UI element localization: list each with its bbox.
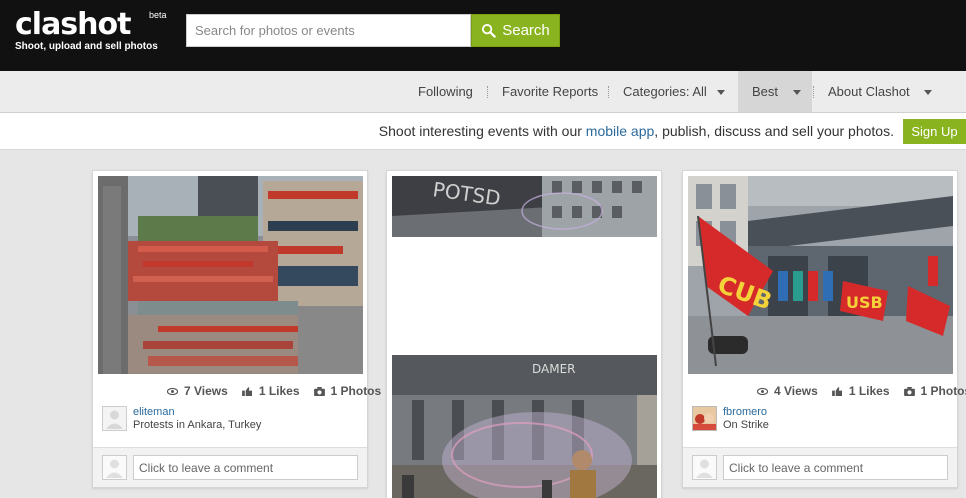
comment-input[interactable]	[723, 455, 948, 480]
strike-flags-image: CUB USB	[688, 176, 953, 374]
nav-divider	[813, 86, 814, 98]
search-button[interactable]: Search	[471, 14, 560, 47]
default-user-icon	[106, 410, 123, 429]
report-photo[interactable]: CUB USB	[688, 176, 953, 374]
potsdamer-building-image: POTSD	[392, 176, 657, 237]
search-button-label: Search	[502, 22, 550, 39]
comment-area	[93, 447, 367, 487]
report-photo[interactable]	[98, 176, 363, 374]
nav-following[interactable]: Following	[418, 71, 473, 112]
chevron-down-icon	[793, 90, 802, 96]
user-link[interactable]: fbromero	[723, 406, 767, 418]
logo[interactable]: clashot beta Shoot, upload and sell phot…	[15, 7, 167, 53]
nav-bar: Following Favorite Reports Categories: A…	[0, 71, 966, 113]
promo-text: Shoot interesting events with our mobile…	[379, 113, 894, 150]
avatar[interactable]	[692, 406, 717, 431]
nav-categories-dropdown[interactable]: Categories: All	[623, 71, 725, 112]
protest-crowd-image	[98, 176, 363, 374]
avatar	[692, 455, 717, 480]
signup-button[interactable]: Sign Up	[903, 119, 966, 144]
nav-best-dropdown[interactable]: Best	[738, 71, 812, 112]
report-caption[interactable]: Protests in Ankara, Turkey	[133, 419, 261, 431]
nav-divider	[487, 86, 488, 98]
comment-area	[683, 447, 957, 487]
thumbs-up-icon	[831, 386, 842, 396]
promo-text-end: , publish, discuss and sell your photos.	[654, 123, 894, 139]
camera-icon	[313, 386, 325, 396]
report-photo[interactable]: POTSD	[392, 176, 657, 237]
nav-favorite-reports-label: Favorite Reports	[502, 84, 599, 99]
promo-bar: Shoot interesting events with our mobile…	[0, 113, 966, 150]
views-count: 4 Views	[774, 384, 818, 398]
report-card: POTSD DAMER	[386, 170, 662, 498]
comment-input[interactable]	[133, 455, 358, 480]
nav-favorite-reports[interactable]: Favorite Reports	[502, 71, 598, 112]
photos-count: 1 Photos	[330, 384, 382, 398]
report-card: CUB USB 4 Views 1 Likes 1 Photos fbromer…	[682, 170, 966, 488]
avatar[interactable]	[102, 406, 127, 431]
search-input[interactable]	[186, 14, 471, 47]
report-photo[interactable]: DAMER	[392, 355, 657, 498]
report-stats: 7 Views 1 Likes 1 Photos	[167, 384, 381, 398]
bubble-performer-image: DAMER	[392, 355, 657, 498]
chevron-down-icon	[716, 90, 725, 96]
likes-count: 1 Likes	[848, 384, 890, 398]
views-count: 7 Views	[184, 384, 228, 398]
report-caption[interactable]: On Strike	[723, 419, 769, 431]
logo-tagline: Shoot, upload and sell photos	[15, 41, 158, 52]
nav-best-label: Best	[752, 84, 779, 99]
likes-count: 1 Likes	[258, 384, 300, 398]
mobile-app-link[interactable]: mobile app	[586, 123, 655, 139]
chevron-down-icon	[923, 90, 932, 96]
thumbs-up-icon	[241, 386, 252, 396]
user-photo-avatar	[693, 407, 716, 430]
nav-about-label: About Clashot	[828, 84, 910, 99]
top-header: clashot beta Shoot, upload and sell phot…	[0, 0, 966, 71]
default-user-icon	[696, 459, 713, 478]
beta-badge: beta	[149, 10, 167, 20]
default-user-icon	[106, 459, 123, 478]
user-link[interactable]: eliteman	[133, 406, 175, 418]
report-card: 7 Views 1 Likes 1 Photos eliteman Protes…	[92, 170, 381, 488]
avatar	[102, 455, 127, 480]
logo-text: clashot	[15, 7, 131, 42]
promo-text-start: Shoot interesting events with our	[378, 123, 586, 139]
flag-text: USB	[846, 293, 883, 312]
nav-about-dropdown[interactable]: About Clashot	[828, 71, 932, 112]
camera-icon	[903, 386, 915, 396]
eye-icon	[757, 387, 768, 395]
search-icon	[482, 23, 496, 38]
nav-divider	[608, 86, 609, 98]
report-stats: 4 Views 1 Likes 1 Photos	[757, 384, 966, 398]
eye-icon	[167, 387, 178, 395]
photos-count: 1 Photos	[920, 384, 966, 398]
nav-categories-label: Categories: All	[623, 84, 707, 99]
nav-following-label: Following	[418, 84, 473, 99]
building-sign-text: DAMER	[532, 362, 576, 376]
